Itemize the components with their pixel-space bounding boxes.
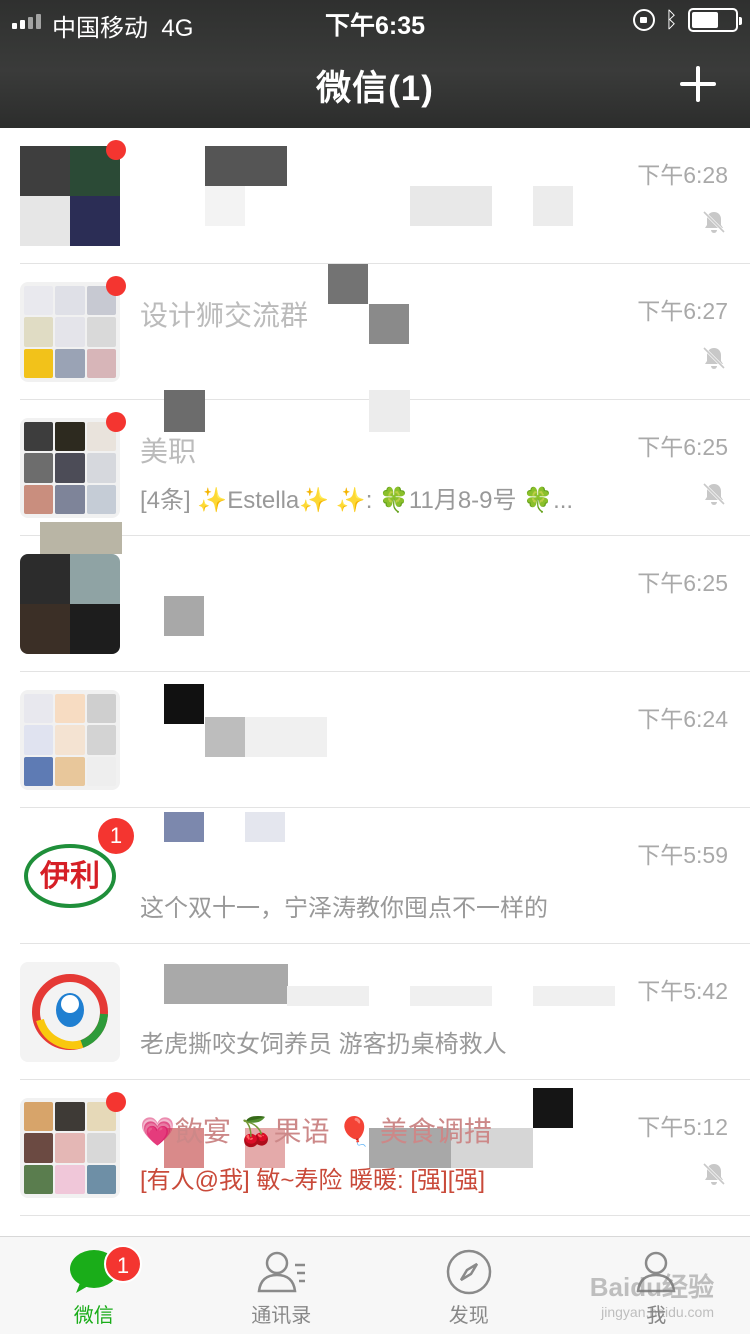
- blurred-block: [533, 186, 573, 226]
- tab-badge: 1: [104, 1245, 142, 1283]
- avatar[interactable]: [20, 418, 120, 518]
- blurred-block: [164, 964, 288, 1004]
- avatar[interactable]: [20, 146, 120, 246]
- tab-label: 发现: [448, 1305, 489, 1327]
- chat-time: 下午5:12: [637, 1114, 728, 1140]
- chat-time: 下午6:25: [637, 434, 728, 460]
- mute-bell-icon: [702, 1162, 726, 1186]
- chat-row[interactable]: 💗飲宴 🍒果语 🎈 美食调措 [有人@我] 敏~寿险 暖暖: [强][强] 下午…: [0, 1080, 750, 1216]
- avatar[interactable]: [20, 690, 120, 790]
- watermark: Baidu经验 jingyan.baidu.com: [590, 1267, 714, 1320]
- chat-row[interactable]: 下午6:28: [0, 128, 750, 264]
- chat-time: 下午6:24: [637, 706, 728, 732]
- chat-preview: 老虎撕咬女饲养员 游客扔桌椅救人: [140, 1031, 507, 1058]
- blurred-block: [164, 812, 204, 842]
- blurred-block: [410, 186, 492, 226]
- chat-list: 下午6:28 设计狮交流群 下午6:27 美职 [4条] ✨Estella✨ ✨…: [0, 128, 750, 1216]
- mute-bell-icon: [702, 210, 726, 234]
- status-bar: 中国移动 4G 下午6:35 ᛒ: [0, 0, 750, 42]
- avatar[interactable]: [20, 282, 120, 382]
- chat-row[interactable]: 下午6:25: [0, 522, 750, 672]
- chat-preview: [有人@我] 敏~寿险 暖暖: [强][强]: [140, 1167, 486, 1194]
- chat-time: 下午5:42: [637, 978, 728, 1004]
- blurred-block: [410, 986, 492, 1006]
- blurred-block: [205, 146, 287, 186]
- page-title: 微信(1): [316, 69, 434, 108]
- chat-time: 下午6:25: [637, 570, 728, 596]
- qq-news-logo-icon: [32, 974, 108, 1050]
- top-bar: 中国移动 4G 下午6:35 ᛒ 微信(1): [0, 0, 750, 128]
- avatar[interactable]: [20, 1098, 120, 1198]
- avatar-text: 伊利: [39, 860, 100, 893]
- unread-dot: [106, 412, 126, 432]
- yili-logo-icon: 伊利: [24, 844, 116, 908]
- blurred-block: [328, 264, 368, 304]
- tab-me[interactable]: 我 Baidu经验 jingyan.baidu.com: [563, 1237, 750, 1334]
- contacts-icon: [257, 1251, 306, 1293]
- tab-chats[interactable]: 1 微信: [0, 1237, 188, 1334]
- tab-discover[interactable]: 发现: [375, 1237, 563, 1334]
- blurred-block: [245, 717, 327, 757]
- mute-bell-icon: [702, 482, 726, 506]
- compass-icon: [446, 1249, 491, 1295]
- chat-name: 设计狮交流群: [140, 300, 309, 331]
- tab-bar: 1 微信 通讯录 发现 我 Baidu经验 jingyan.baidu.com: [0, 1236, 750, 1334]
- unread-count-badge: 1: [98, 818, 134, 854]
- unread-dot: [106, 276, 126, 296]
- chat-preview: 这个双十一，宁泽涛教你囤点不一样的: [140, 895, 548, 922]
- bluetooth-icon: ᛒ: [664, 7, 678, 32]
- tab-label: 通讯录: [251, 1305, 312, 1327]
- unread-dot: [106, 140, 126, 160]
- blurred-block: [205, 717, 245, 757]
- chat-name: 💗飲宴 🍒果语 🎈 美食调措: [140, 1116, 492, 1147]
- avatar[interactable]: [20, 962, 120, 1062]
- blurred-block: [287, 986, 369, 1006]
- blurred-block: [533, 986, 615, 1006]
- blurred-block: [533, 1088, 573, 1128]
- chat-time: 下午5:59: [637, 842, 728, 868]
- mute-bell-icon: [702, 346, 726, 370]
- watermark-brand: Baidu经验: [589, 1272, 714, 1302]
- blurred-block: [369, 390, 410, 432]
- tab-contacts[interactable]: 通讯录: [188, 1237, 376, 1334]
- chat-row[interactable]: 下午6:24: [0, 672, 750, 808]
- chat-time: 下午6:27: [637, 298, 728, 324]
- chat-row[interactable]: 美职 [4条] ✨Estella✨ ✨: 🍀11月8-9号 🍀... 下午6:2…: [0, 390, 750, 536]
- tab-label: 微信: [73, 1305, 114, 1327]
- watermark-url: jingyan.baidu.com: [601, 1304, 714, 1320]
- chat-time: 下午6:28: [637, 162, 728, 188]
- blurred-block: [369, 304, 409, 344]
- blurred-block: [40, 522, 122, 554]
- unread-dot: [106, 1092, 126, 1112]
- chat-name: 美职: [140, 436, 197, 467]
- chat-row[interactable]: 伊利 1 这个双十一，宁泽涛教你囤点不一样的 下午5:59: [0, 808, 750, 944]
- chat-row[interactable]: 老虎撕咬女饲养员 游客扔桌椅救人 下午5:42: [0, 944, 750, 1080]
- blurred-block: [205, 186, 245, 226]
- blurred-block: [164, 596, 204, 636]
- plus-icon[interactable]: [680, 66, 716, 102]
- rotation-lock-icon: [632, 9, 655, 31]
- blurred-block: [164, 684, 204, 724]
- blurred-block: [245, 812, 285, 842]
- chat-row[interactable]: 设计狮交流群 下午6:27: [0, 264, 750, 400]
- avatar[interactable]: [20, 554, 120, 654]
- status-icons: ᛒ: [632, 7, 742, 32]
- chat-preview: [4条] ✨Estella✨ ✨: 🍀11月8-9号 🍀...: [140, 487, 574, 514]
- blurred-block: [164, 390, 205, 432]
- battery-icon: [688, 8, 742, 32]
